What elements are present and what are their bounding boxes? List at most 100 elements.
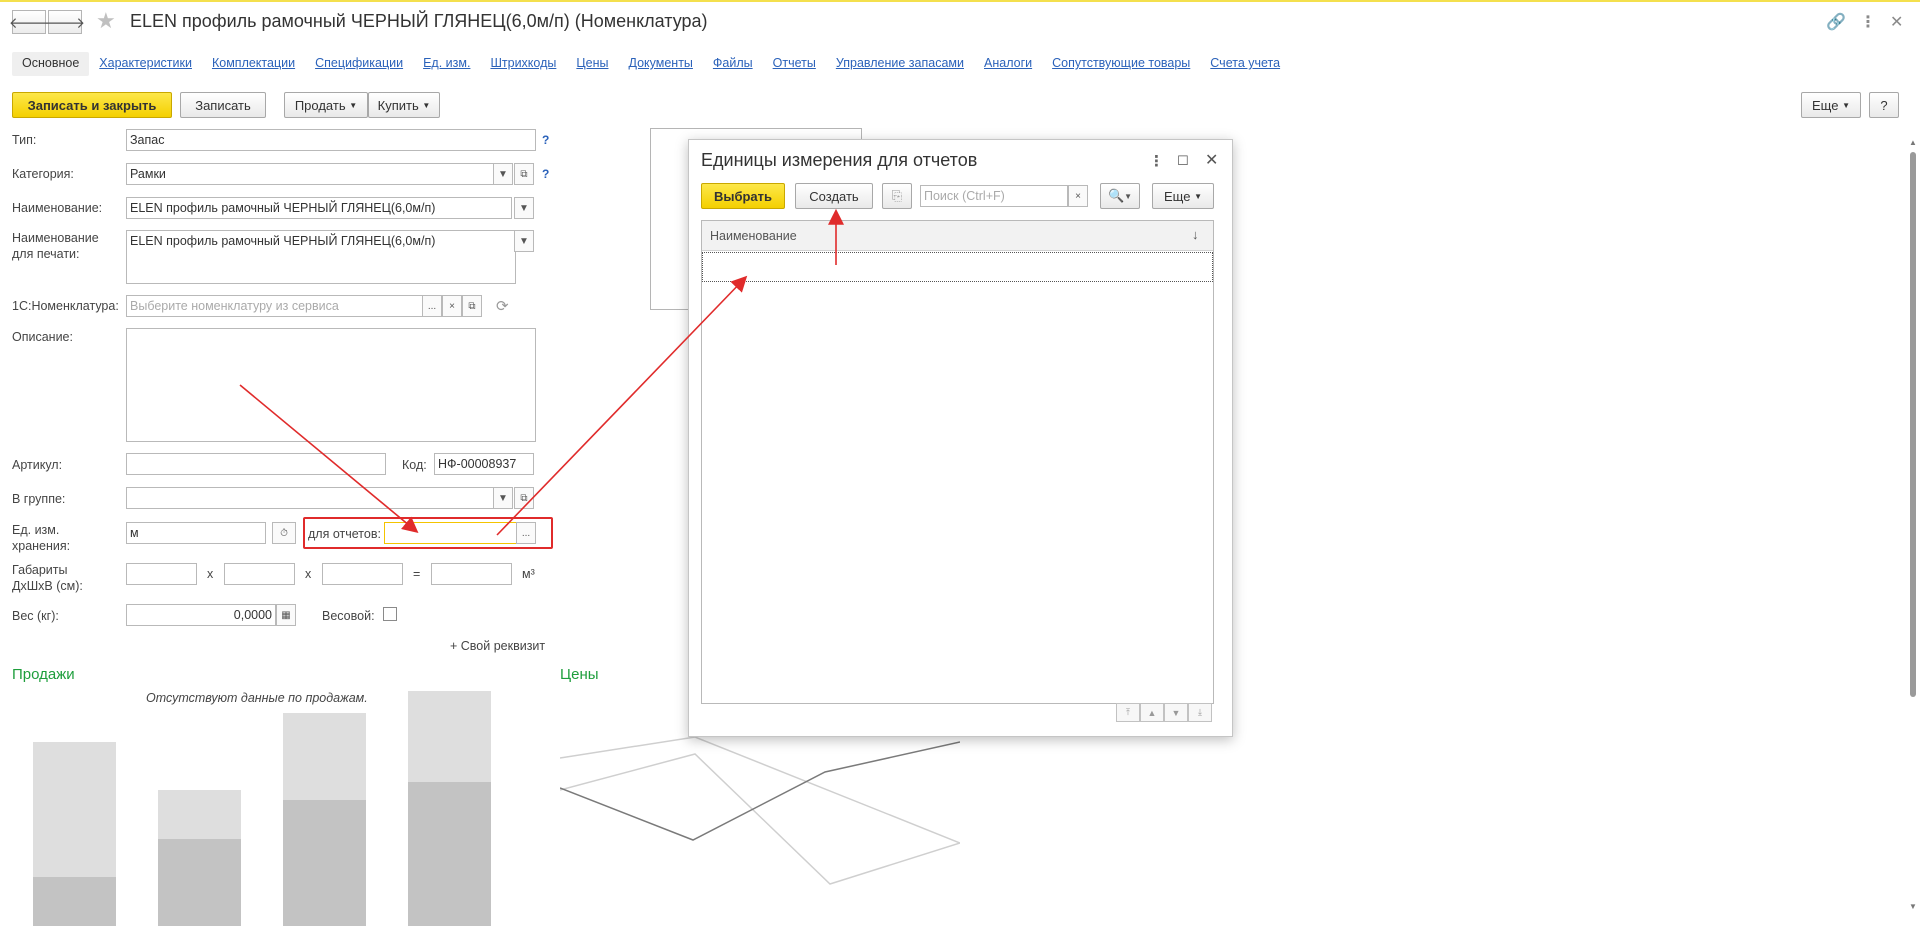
calculator-icon[interactable]: ▦ xyxy=(276,604,296,626)
tab-documents[interactable]: Документы xyxy=(618,52,702,76)
search-button[interactable]: 🔍 ▼ xyxy=(1100,183,1140,209)
forward-button[interactable]: 🡒 xyxy=(45,10,85,34)
more-button[interactable]: Еще ▼ xyxy=(1801,92,1861,118)
reports-unit-field[interactable] xyxy=(384,522,518,544)
dialog-maximize-icon[interactable]: ☐ xyxy=(1177,153,1189,169)
search-input[interactable]: Поиск (Ctrl+F) xyxy=(920,185,1068,207)
scroll-up-icon[interactable]: ▲ xyxy=(1140,703,1164,722)
table-row[interactable] xyxy=(702,252,1213,282)
dialog-close-icon[interactable]: ✕ xyxy=(1205,150,1218,170)
create-button[interactable]: Создать xyxy=(795,183,873,209)
weighted-label: Весовой: xyxy=(322,609,375,623)
back-button[interactable]: 🡐 xyxy=(9,10,49,34)
reports-unit-select-button[interactable]: ... xyxy=(516,522,536,544)
tab-reports[interactable]: Отчеты xyxy=(763,52,826,76)
print-name-field[interactable]: ELEN профиль рамочный ЧЕРНЫЙ ГЛЯНЕЦ(6,0м… xyxy=(126,230,516,284)
table-nav-buttons: ⤒ ▲ ▼ ⤓ xyxy=(1116,703,1212,722)
scroll-top-icon[interactable]: ⤒ xyxy=(1116,703,1140,722)
group-open-icon[interactable]: ⧉ xyxy=(514,487,534,509)
dims-x-2: x xyxy=(305,567,312,581)
search-clear-button[interactable]: × xyxy=(1068,185,1088,207)
weight-field[interactable]: 0,0000 xyxy=(126,604,276,626)
scrollbar-thumb[interactable] xyxy=(1910,152,1916,697)
more-vertical-icon[interactable]: ⋮ xyxy=(1860,12,1876,32)
tab-related-goods[interactable]: Сопутствующие товары xyxy=(1042,52,1200,76)
category-help-icon[interactable]: ? xyxy=(542,167,549,181)
tab-barcodes[interactable]: Штрихкоды xyxy=(480,52,566,76)
length-field[interactable] xyxy=(126,563,197,585)
nom1c-open-icon[interactable]: ⧉ xyxy=(462,295,482,317)
type-field[interactable]: Запас xyxy=(126,129,536,151)
group-dropdown-icon[interactable]: ▼ xyxy=(493,487,513,509)
tab-main[interactable]: Основное xyxy=(12,52,90,76)
name-dropdown-icon[interactable]: ▼ xyxy=(514,197,534,219)
scroll-down-icon[interactable]: ▼ xyxy=(1164,703,1188,722)
dialog-title: Единицы измерения для отчетов xyxy=(701,150,978,170)
star-icon[interactable]: ★ xyxy=(96,8,116,34)
placeholder-bar xyxy=(158,790,241,839)
group-field[interactable] xyxy=(126,487,512,509)
select-button[interactable]: Выбрать xyxy=(701,183,785,209)
dialog-more-vertical-icon[interactable]: ⋮ xyxy=(1149,152,1164,170)
close-icon[interactable]: ✕ xyxy=(1890,12,1903,32)
tab-files[interactable]: Файлы xyxy=(703,52,763,76)
sync-icon[interactable]: ⟳ xyxy=(496,297,509,315)
placeholder-bar xyxy=(158,839,241,926)
chevron-down-icon: ▼ xyxy=(349,100,358,110)
dims-eq: = xyxy=(413,567,421,581)
save-and-close-button[interactable]: Записать и закрыть xyxy=(12,92,172,118)
scrollbar[interactable]: ▲ ▼ xyxy=(1909,138,1917,920)
copy-icon[interactable]: ⎘ xyxy=(882,183,912,209)
add-custom-attribute-link[interactable]: + Свой реквизит xyxy=(450,639,545,653)
tab-units[interactable]: Ед. изм. xyxy=(413,52,480,76)
scroll-bottom-icon[interactable]: ⤓ xyxy=(1188,703,1212,722)
tab-bar: Основное Характеристики Комплектации Спе… xyxy=(12,52,1290,76)
nom1c-select-button[interactable]: ... xyxy=(422,295,442,317)
tab-specifications[interactable]: Спецификации xyxy=(305,52,413,76)
tab-kits[interactable]: Комплектации xyxy=(202,52,305,76)
article-label: Артикул: xyxy=(12,458,63,472)
placeholder-bar xyxy=(33,742,116,877)
chevron-down-icon: ▼ xyxy=(1194,191,1202,201)
units-table[interactable]: Наименование ↓ xyxy=(701,220,1214,704)
dims-label-2: ДхШхВ (см): xyxy=(12,579,83,593)
type-help-icon[interactable]: ? xyxy=(542,133,549,147)
weighted-checkbox[interactable] xyxy=(383,607,397,621)
category-field[interactable]: Рамки xyxy=(126,163,512,185)
height-field[interactable] xyxy=(322,563,403,585)
category-open-icon[interactable]: ⧉ xyxy=(514,163,534,185)
chevron-down-icon: ▼ xyxy=(1124,191,1133,201)
unit-label-1: Ед. изм. xyxy=(12,523,60,537)
storage-unit-field[interactable]: м xyxy=(126,522,266,544)
description-field[interactable] xyxy=(126,328,536,442)
code-field[interactable]: НФ-00008937 xyxy=(434,453,534,475)
tab-analogs[interactable]: Аналоги xyxy=(974,52,1042,76)
tab-accounts[interactable]: Счета учета xyxy=(1200,52,1290,76)
name-field[interactable]: ELEN профиль рамочный ЧЕРНЫЙ ГЛЯНЕЦ(6,0м… xyxy=(126,197,512,219)
code-label: Код: xyxy=(402,458,427,472)
link-icon[interactable]: 🔗 xyxy=(1826,12,1846,32)
category-label: Категория: xyxy=(12,167,74,181)
nom1c-field[interactable]: Выберите номенклатуру из сервиса xyxy=(126,295,424,317)
tab-characteristics[interactable]: Характеристики xyxy=(89,52,202,76)
chevron-down-icon: ▼ xyxy=(422,100,431,110)
nom1c-clear-button[interactable]: × xyxy=(442,295,462,317)
article-field[interactable] xyxy=(126,453,386,475)
width-field[interactable] xyxy=(224,563,295,585)
name-label: Наименование: xyxy=(12,201,103,215)
tab-prices[interactable]: Цены xyxy=(566,52,618,76)
history-icon[interactable]: ⏱ xyxy=(272,522,296,544)
dialog-more-button[interactable]: Еще ▼ xyxy=(1152,183,1214,209)
buy-button[interactable]: Купить ▼ xyxy=(368,92,440,118)
sell-button[interactable]: Продать ▼ xyxy=(284,92,368,118)
volume-field[interactable] xyxy=(431,563,512,585)
save-button[interactable]: Записать xyxy=(180,92,266,118)
print-name-dropdown-icon[interactable]: ▼ xyxy=(514,230,534,252)
page-title: ELEN профиль рамочный ЧЕРНЫЙ ГЛЯНЕЦ(6,0м… xyxy=(130,11,708,31)
unit-label-2: хранения: xyxy=(12,539,71,553)
category-dropdown-icon[interactable]: ▼ xyxy=(493,163,513,185)
column-name-header[interactable]: Наименование xyxy=(710,229,797,243)
sort-arrow-icon[interactable]: ↓ xyxy=(1192,227,1199,242)
help-button[interactable]: ? xyxy=(1869,92,1899,118)
tab-stock-management[interactable]: Управление запасами xyxy=(826,52,974,76)
